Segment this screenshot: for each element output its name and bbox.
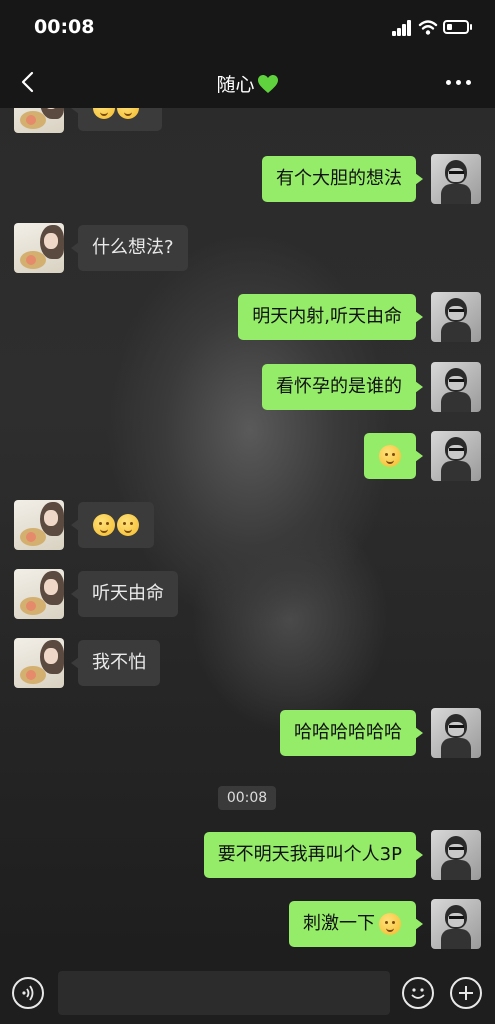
message-bubble[interactable]	[364, 433, 423, 479]
my-avatar[interactable]	[431, 431, 481, 481]
contact-avatar[interactable]	[14, 638, 64, 688]
emoji-icon[interactable]	[402, 977, 434, 1009]
my-avatar[interactable]	[431, 154, 481, 204]
contact-name-top: 随心	[216, 74, 255, 96]
laugh-emoji-icon	[117, 514, 139, 536]
message-bubble[interactable]: 我不怕	[71, 640, 160, 686]
status-time: 00:08	[34, 16, 95, 38]
message-row: 什么想法?	[0, 223, 495, 273]
laugh-emoji-icon	[93, 514, 115, 536]
message-bubble[interactable]	[71, 502, 154, 548]
message-bubble[interactable]: 有个大胆的想法	[262, 156, 423, 202]
message-bubble[interactable]: 听天由命	[71, 571, 178, 617]
message-row: 哈哈哈哈哈哈	[0, 708, 495, 758]
message-bubble[interactable]: 刺激一下	[289, 901, 423, 947]
message-row: 看怀孕的是谁的	[0, 362, 495, 412]
message-bubble[interactable]: 什么想法?	[71, 225, 188, 271]
smile-emoji-icon	[379, 913, 401, 935]
my-avatar[interactable]	[431, 362, 481, 412]
plus-icon[interactable]	[450, 977, 482, 1009]
message-row	[0, 431, 495, 481]
signal-icon	[392, 20, 412, 36]
my-avatar[interactable]	[431, 899, 481, 949]
green-heart-icon	[257, 75, 278, 93]
contact-avatar[interactable]	[14, 223, 64, 273]
my-avatar[interactable]	[431, 292, 481, 342]
timestamp: 00:08	[218, 786, 276, 810]
my-avatar[interactable]	[431, 708, 481, 758]
status-bar: 00:08	[0, 0, 495, 56]
contact-avatar[interactable]	[14, 500, 64, 550]
more-options-button[interactable]	[446, 80, 472, 86]
message-input[interactable]	[58, 971, 390, 1015]
message-row: 要不明天我再叫个人3P	[0, 830, 495, 880]
message-bubble[interactable]: 要不明天我再叫个人3P	[203, 832, 424, 878]
wifi-icon	[418, 20, 438, 35]
chat-header-top: 随心	[0, 56, 495, 108]
message-row: 听天由命	[0, 569, 495, 619]
input-bar	[0, 962, 495, 1024]
message-row: 有个大胆的想法	[0, 154, 495, 204]
contact-avatar[interactable]	[14, 569, 64, 619]
message-row: 明天内‌射,听天由命	[0, 292, 495, 342]
message-bubble[interactable]: 明天内‌射,听天由命	[238, 294, 423, 340]
battery-icon	[443, 20, 469, 34]
voice-icon[interactable]	[12, 977, 44, 1009]
message-row: 我不怕	[0, 638, 495, 688]
message-text: 刺激一下	[303, 913, 375, 934]
message-row: 刺激一下	[0, 899, 495, 949]
message-bubble[interactable]: 看怀孕的是谁的	[262, 364, 423, 410]
contact-title-top: 随心	[0, 70, 495, 97]
battery-tip	[470, 24, 472, 30]
message-row	[0, 500, 495, 550]
message-bubble[interactable]: 哈哈哈哈哈哈	[280, 710, 423, 756]
smile-emoji-icon	[379, 445, 401, 467]
my-avatar[interactable]	[431, 830, 481, 880]
